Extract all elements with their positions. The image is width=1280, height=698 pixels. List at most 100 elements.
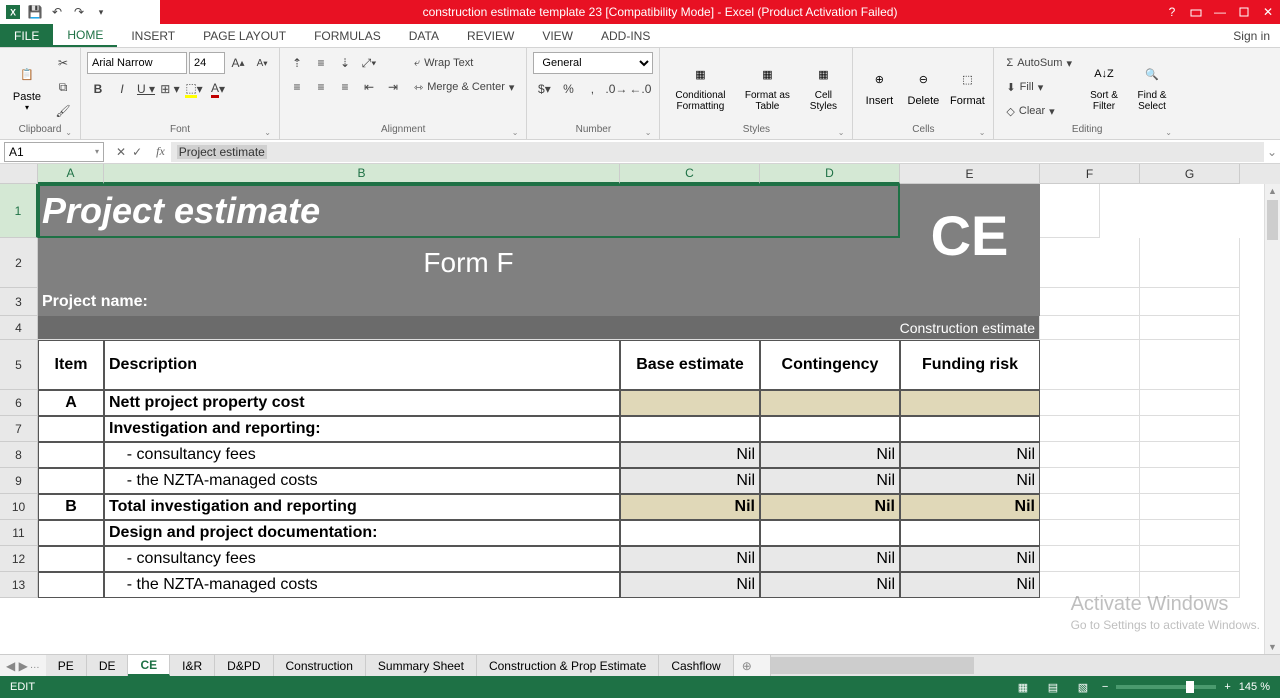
align-center-icon[interactable]: ≡ (310, 76, 332, 98)
cell-d12[interactable]: Nil (760, 546, 900, 572)
comma-icon[interactable]: , (581, 78, 603, 100)
fill-color-icon[interactable]: ⬚▾ (183, 78, 205, 100)
col-header-f[interactable]: F (1040, 164, 1140, 184)
align-bottom-icon[interactable]: ⇣ (334, 52, 356, 74)
cell-f11[interactable] (1040, 520, 1140, 546)
redo-icon[interactable]: ↷ (70, 3, 88, 21)
cell-b5[interactable]: Description (104, 340, 620, 390)
cell-d10[interactable]: Nil (760, 494, 900, 520)
increase-font-icon[interactable]: A▴ (227, 52, 249, 74)
cell-c9[interactable]: Nil (620, 468, 760, 494)
row-header-12[interactable]: 12 (0, 546, 38, 572)
cut-icon[interactable]: ✂ (52, 52, 74, 74)
cell-e5[interactable]: Funding risk (900, 340, 1040, 390)
orientation-icon[interactable]: ⤢▾ (358, 52, 380, 74)
decrease-indent-icon[interactable]: ⇤ (358, 76, 380, 98)
col-header-a[interactable]: A (38, 164, 104, 184)
cell-a3[interactable]: Project name: (38, 288, 1040, 316)
cell-g11[interactable] (1140, 520, 1240, 546)
cell-d9[interactable]: Nil (760, 468, 900, 494)
bold-button[interactable]: B (87, 78, 109, 100)
align-left-icon[interactable]: ≡ (286, 76, 308, 98)
cell-c5[interactable]: Base estimate (620, 340, 760, 390)
cell-f13[interactable] (1040, 572, 1140, 598)
cell-g12[interactable] (1140, 546, 1240, 572)
page-break-icon[interactable]: ▧ (1072, 678, 1094, 696)
cell-f12[interactable] (1040, 546, 1140, 572)
sheet-tab-construction[interactable]: Construction (274, 655, 366, 676)
cell-a12[interactable] (38, 546, 104, 572)
row-header-11[interactable]: 11 (0, 520, 38, 546)
cell-g9[interactable] (1140, 468, 1240, 494)
row-header-7[interactable]: 7 (0, 416, 38, 442)
cell-a11[interactable] (38, 520, 104, 546)
col-header-e[interactable]: E (900, 164, 1040, 184)
cell-a1[interactable]: Project estimate (38, 184, 900, 238)
cell-a5[interactable]: Item (38, 340, 104, 390)
clear-button[interactable]: ◇ Clear ▾ (1000, 100, 1078, 122)
formula-input[interactable]: Project estimate (171, 142, 1264, 162)
cell-b12[interactable]: - consultancy fees (104, 546, 620, 572)
align-top-icon[interactable]: ⇡ (286, 52, 308, 74)
cell-a10[interactable]: B (38, 494, 104, 520)
cell-e13[interactable]: Nil (900, 572, 1040, 598)
cell-g5[interactable] (1140, 340, 1240, 390)
select-all-corner[interactable] (0, 164, 38, 184)
sign-in-link[interactable]: Sign in (1223, 24, 1280, 47)
copy-icon[interactable]: ⧉ (52, 76, 74, 98)
row-header-5[interactable]: 5 (0, 340, 38, 390)
cell-g13[interactable] (1140, 572, 1240, 598)
row-header-3[interactable]: 3 (0, 288, 38, 316)
underline-button[interactable]: U ▾ (135, 78, 157, 100)
cancel-formula-icon[interactable]: ✕ (116, 145, 126, 159)
minimize-icon[interactable]: ― (1208, 0, 1232, 24)
increase-decimal-icon[interactable]: .0→ (605, 78, 627, 100)
cell-c6[interactable] (620, 390, 760, 416)
cell-g7[interactable] (1140, 416, 1240, 442)
format-as-table-button[interactable]: ▦Format as Table (738, 52, 796, 118)
number-format-select[interactable]: General (533, 52, 653, 74)
cell-f5[interactable] (1040, 340, 1140, 390)
enter-formula-icon[interactable]: ✓ (132, 145, 142, 159)
cell-c11[interactable] (620, 520, 760, 546)
cell-c10[interactable]: Nil (620, 494, 760, 520)
cell-g2[interactable] (1140, 238, 1240, 288)
cell-a13[interactable] (38, 572, 104, 598)
cell-e7[interactable] (900, 416, 1040, 442)
row-header-6[interactable]: 6 (0, 390, 38, 416)
zoom-in-button[interactable]: + (1224, 681, 1230, 693)
cell-b6[interactable]: Nett project property cost (104, 390, 620, 416)
cell-f10[interactable] (1040, 494, 1140, 520)
increase-indent-icon[interactable]: ⇥ (382, 76, 404, 98)
accounting-icon[interactable]: $▾ (533, 78, 555, 100)
align-right-icon[interactable]: ≡ (334, 76, 356, 98)
sheet-tab-cashflow[interactable]: Cashflow (659, 655, 733, 676)
cell-e10[interactable]: Nil (900, 494, 1040, 520)
col-header-b[interactable]: B (104, 164, 620, 184)
cell-f2[interactable] (1040, 238, 1140, 288)
tab-addins[interactable]: ADD-INS (587, 24, 664, 47)
row-header-4[interactable]: 4 (0, 316, 38, 340)
col-header-d[interactable]: D (760, 164, 900, 184)
qat-customize-icon[interactable]: ▾ (92, 3, 110, 21)
cell-e12[interactable]: Nil (900, 546, 1040, 572)
cell-d5[interactable]: Contingency (760, 340, 900, 390)
cell-a2[interactable]: Form F (38, 238, 900, 288)
cell-b11[interactable]: Design and project documentation: (104, 520, 620, 546)
cell-b10[interactable]: Total investigation and reporting (104, 494, 620, 520)
fill-button[interactable]: ⬇ Fill ▾ (1000, 76, 1078, 98)
fx-icon[interactable]: fx (150, 144, 171, 159)
align-middle-icon[interactable]: ≡ (310, 52, 332, 74)
row-header-13[interactable]: 13 (0, 572, 38, 598)
format-cells-button[interactable]: ⬚Format (947, 52, 987, 118)
cell-c8[interactable]: Nil (620, 442, 760, 468)
font-color-icon[interactable]: A▾ (207, 78, 229, 100)
cell-f7[interactable] (1040, 416, 1140, 442)
scroll-up-icon[interactable]: ▲ (1265, 184, 1280, 198)
col-header-g[interactable]: G (1140, 164, 1240, 184)
autosum-button[interactable]: Σ AutoSum ▾ (1000, 52, 1078, 74)
delete-cells-button[interactable]: ⊖Delete (903, 52, 943, 118)
cell-g8[interactable] (1140, 442, 1240, 468)
row-header-8[interactable]: 8 (0, 442, 38, 468)
sort-filter-button[interactable]: A↓ZSort & Filter (1082, 52, 1126, 118)
